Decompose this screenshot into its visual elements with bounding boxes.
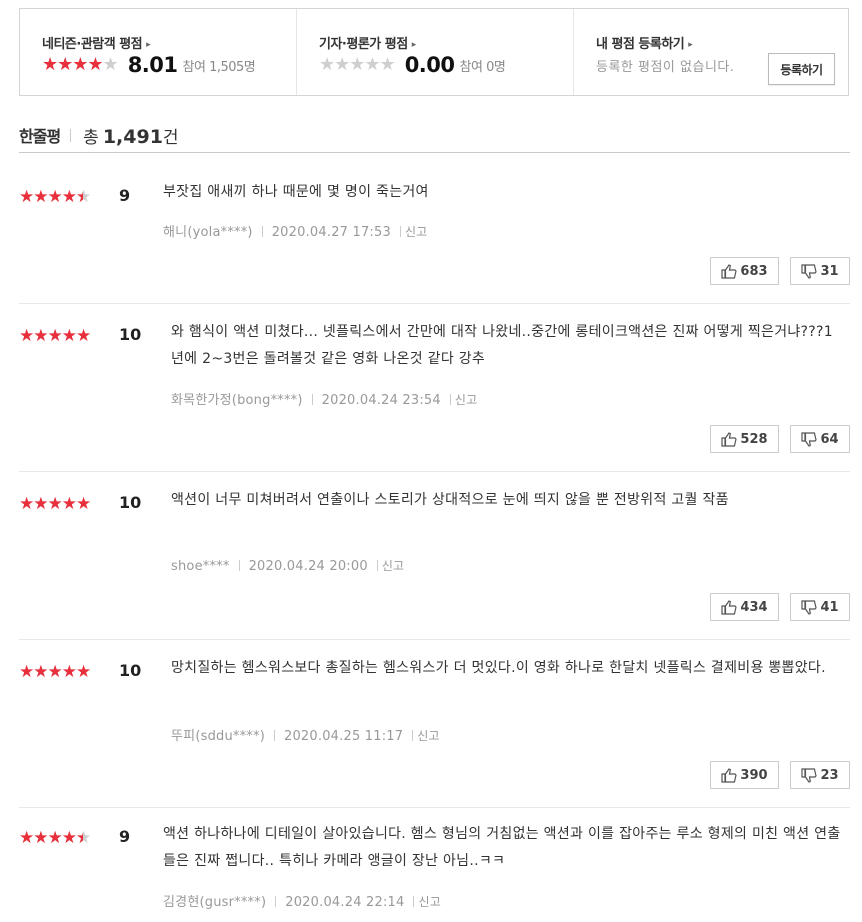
thumbs-down-icon xyxy=(801,263,818,279)
dislike-button[interactable]: 41 xyxy=(790,593,850,621)
review-score: 10 xyxy=(119,661,142,680)
review-score: 9 xyxy=(119,827,131,846)
review-score: 9 xyxy=(119,186,131,205)
review-meta: 화목한가정(bong****) 2020.04.24 23:54 신고 xyxy=(171,389,477,408)
review-text: 부잣집 애새끼 하나 때문에 몇 명이 죽는거여 xyxy=(163,184,429,200)
critic-count: 참여 0명 xyxy=(459,59,506,75)
rating-summary-box: 네티즌·관람객 평점 ▸ ★★★★★ 8.01 참여 1,505명 기자·평론가 … xyxy=(19,8,849,96)
report-link[interactable]: 신고 xyxy=(382,559,404,573)
review-text: 액션 하나하나에 디테일이 살아있습니다. 헴스 형님의 거침없는 액션과 이를… xyxy=(163,826,841,869)
review-user[interactable]: shoe**** xyxy=(171,559,230,574)
review-star-rating: ★★★★★ xyxy=(19,326,91,346)
like-button[interactable]: 390 xyxy=(710,761,779,789)
review-meta: 김경현(gusr****) 2020.04.24 22:14 신고 xyxy=(163,891,441,910)
thumbs-up-icon xyxy=(721,431,738,447)
review-score: 10 xyxy=(119,493,142,512)
review-meta: 뚜피(sddu****) 2020.04.25 11:17 신고 xyxy=(171,725,440,744)
report-link[interactable]: 신고 xyxy=(455,393,477,407)
register-rating-button[interactable]: 등록하기 xyxy=(768,53,835,85)
thumbs-down-icon xyxy=(801,431,818,447)
dislike-button[interactable]: 23 xyxy=(790,761,850,789)
report-link[interactable]: 신고 xyxy=(417,729,439,743)
thumbs-down-icon xyxy=(801,599,818,615)
netizen-score: 8.01 xyxy=(127,53,178,77)
critic-rating-panel: 기자·평론가 평점 ▸ ★★★★★ 0.00 참여 0명 xyxy=(297,9,574,95)
review-text: 액션이 너무 미쳐버려서 연출이나 스토리가 상대적으로 눈에 띄지 않을 뿐 … xyxy=(171,492,729,508)
review-date: 2020.04.24 22:14 xyxy=(285,895,405,910)
thumbs-up-icon xyxy=(721,263,738,279)
review-user[interactable]: 뚜피(sddu****) xyxy=(171,729,265,744)
review-meta: 해니(yola****) 2020.04.27 17:53 신고 xyxy=(163,221,427,240)
review-item: ★★★★★ 10 망치질하는 헴스워스보다 총질하는 헴스워스가 더 멋있다.이… xyxy=(19,640,850,808)
dislike-button[interactable]: 64 xyxy=(790,425,850,453)
like-button[interactable]: 434 xyxy=(710,593,779,621)
thumbs-down-icon xyxy=(801,767,818,783)
review-user[interactable]: 김경현(gusr****) xyxy=(163,895,266,910)
critic-score: 0.00 xyxy=(404,53,455,77)
review-date: 2020.04.25 11:17 xyxy=(283,729,404,744)
review-date: 2020.04.27 17:53 xyxy=(271,225,391,240)
review-item: ★★★★★ 9 부잣집 애새끼 하나 때문에 몇 명이 죽는거여 해니(yola… xyxy=(19,153,850,304)
no-rating-message: 등록한 평점이 없습니다. xyxy=(596,60,735,75)
review-meta: shoe**** 2020.04.24 20:00 신고 xyxy=(171,557,404,574)
dislike-button[interactable]: 31 xyxy=(790,257,850,285)
like-button[interactable]: 683 xyxy=(710,257,779,285)
review-score: 10 xyxy=(119,325,142,344)
review-star-rating: ★★★★★ xyxy=(19,662,91,682)
divider xyxy=(70,128,72,142)
thumbs-up-icon xyxy=(721,767,738,783)
review-date: 2020.04.24 20:00 xyxy=(248,559,368,574)
arrow-right-icon: ▸ xyxy=(411,40,417,50)
thumbs-up-icon xyxy=(721,599,738,615)
arrow-right-icon: ▸ xyxy=(146,40,151,50)
review-page: 네티즌·관람객 평점 ▸ ★★★★★ 8.01 참여 1,505명 기자·평론가 … xyxy=(0,0,862,922)
like-button[interactable]: 528 xyxy=(710,425,779,453)
netizen-star-rating: ★★★★★ xyxy=(42,54,119,75)
review-item: ★★★★★ 9 액션 하나하나에 디테일이 살아있습니다. 헴스 형님의 거침없… xyxy=(19,808,850,922)
critic-rating-title[interactable]: 기자·평론가 평점 ▸ xyxy=(319,33,416,52)
review-text: 와 햄식이 액션 미쳤다... 넷플릭스에서 간만에 대작 나왔네..중간에 롱… xyxy=(171,324,833,367)
my-rating-title[interactable]: 내 평점 등록하기 ▸ xyxy=(596,33,693,52)
review-user[interactable]: 화목한가정(bong****) xyxy=(171,393,303,408)
section-title: 한줄평 xyxy=(19,127,61,146)
review-text: 망치질하는 헴스워스보다 총질하는 헴스워스가 더 멋있다.이 영화 하나로 한… xyxy=(171,660,826,676)
section-header: 한줄평 총 1,491건 xyxy=(19,118,850,153)
total-count: 총 1,491건 xyxy=(83,125,179,148)
review-star-rating: ★★★★★ xyxy=(19,187,91,207)
critic-star-rating: ★★★★★ xyxy=(319,54,396,75)
report-link[interactable]: 신고 xyxy=(418,895,440,909)
netizen-rating-title[interactable]: 네티즌·관람객 평점 ▸ xyxy=(42,33,151,52)
review-item: ★★★★★ 10 액션이 너무 미쳐버려서 연출이나 스토리가 상대적으로 눈에… xyxy=(19,472,850,640)
netizen-count: 참여 1,505명 xyxy=(182,59,256,75)
review-star-rating: ★★★★★ xyxy=(19,828,91,848)
review-star-rating: ★★★★★ xyxy=(19,494,91,514)
my-rating-panel: 내 평점 등록하기 ▸ 등록한 평점이 없습니다. 등록하기 xyxy=(574,9,848,95)
review-item: ★★★★★ 10 와 햄식이 액션 미쳤다... 넷플릭스에서 간만에 대작 나… xyxy=(19,304,850,472)
review-user[interactable]: 해니(yola****) xyxy=(163,225,253,240)
report-link[interactable]: 신고 xyxy=(405,225,427,239)
review-date: 2020.04.24 23:54 xyxy=(321,393,441,408)
arrow-right-icon: ▸ xyxy=(688,40,693,50)
netizen-rating-panel: 네티즌·관람객 평점 ▸ ★★★★★ 8.01 참여 1,505명 xyxy=(20,9,297,95)
